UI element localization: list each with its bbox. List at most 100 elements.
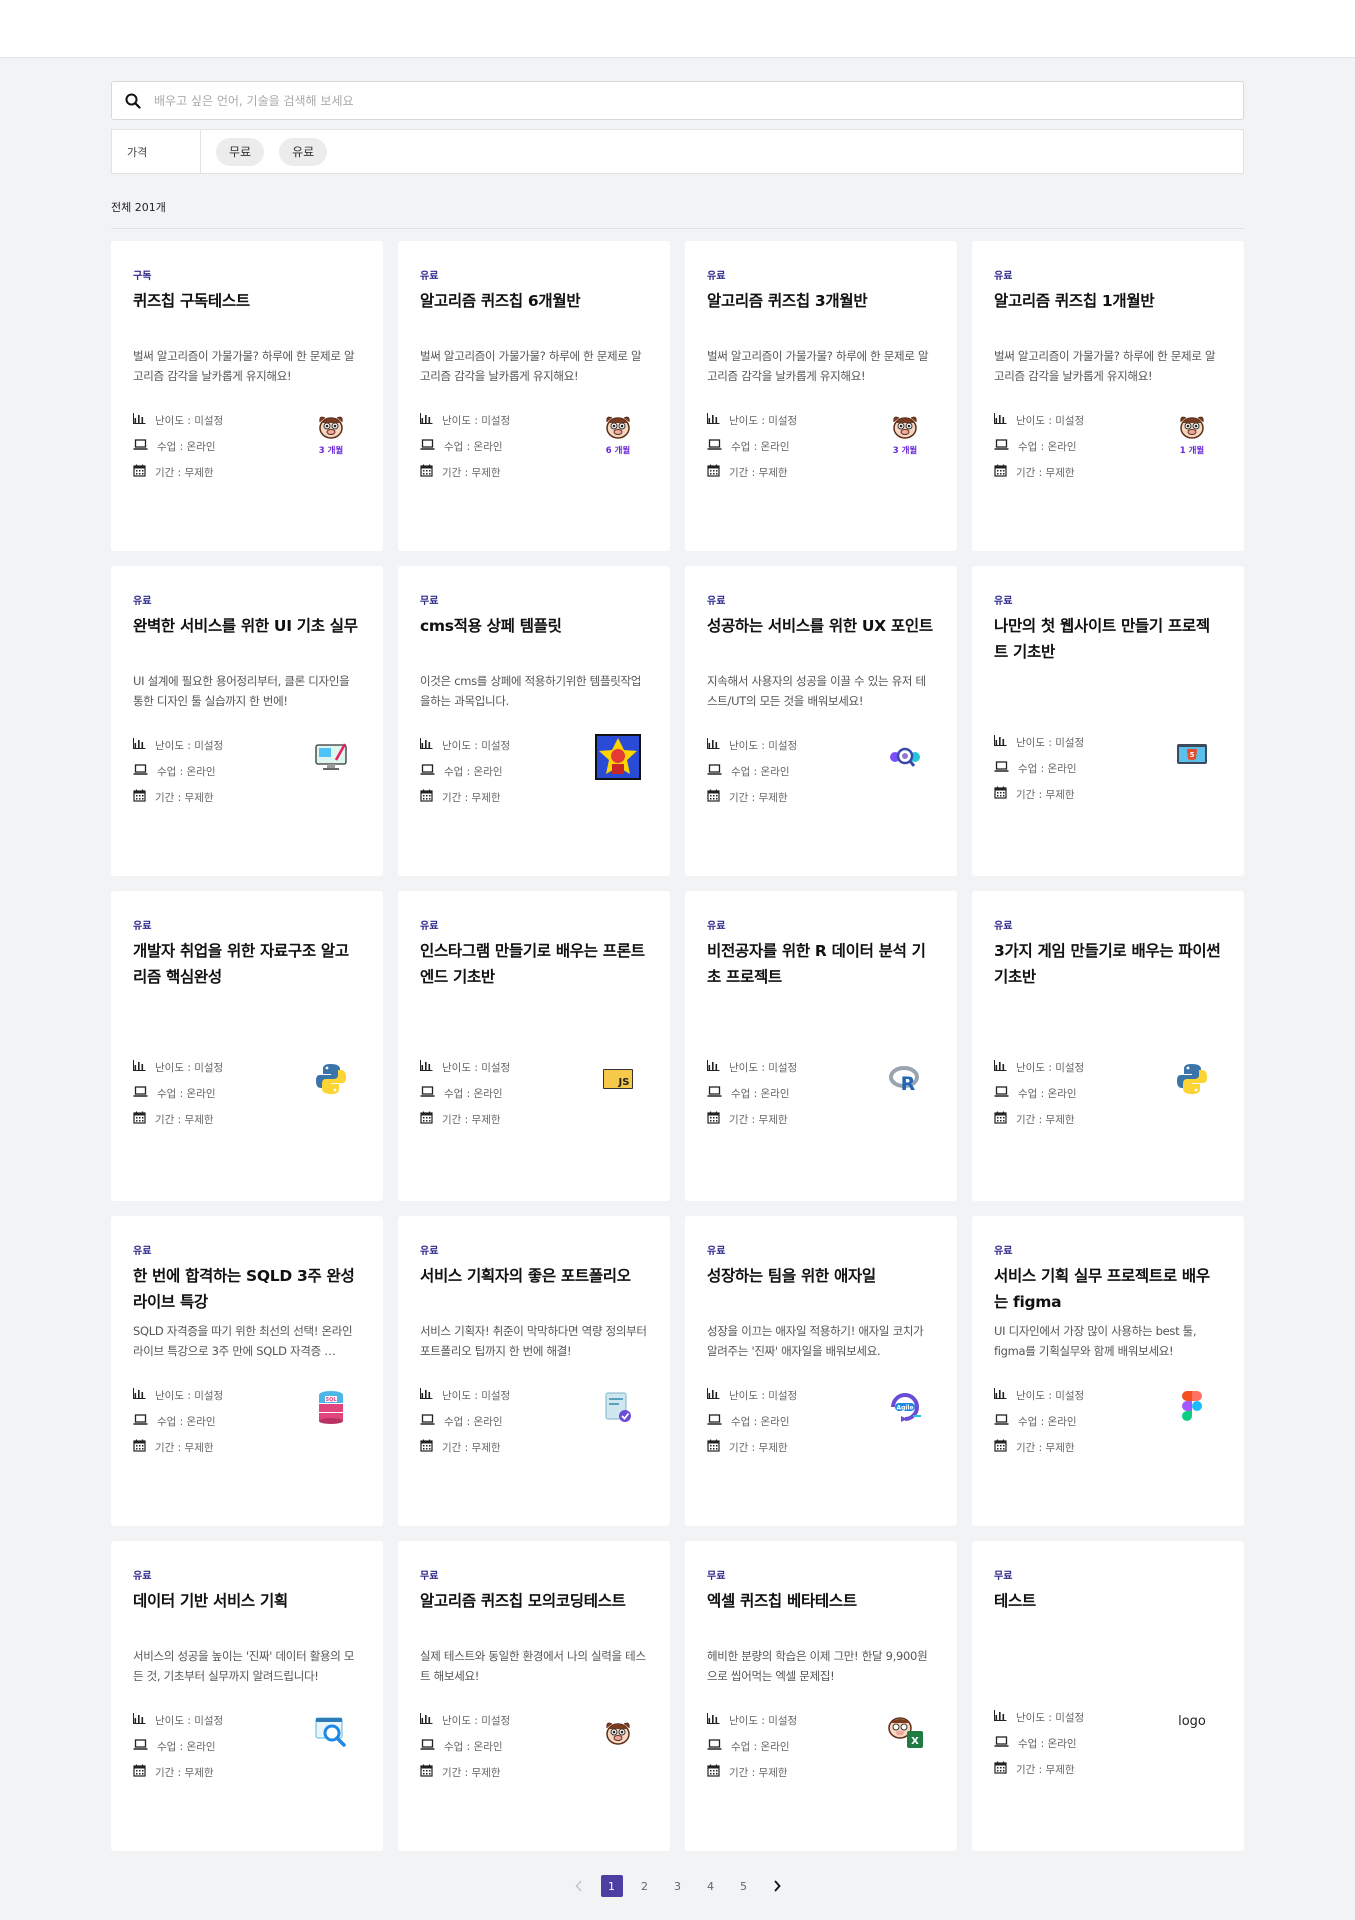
course-card[interactable]: 유료 비전공자를 위한 R 데이터 분석 기초 프로젝트 난이도 : 미설정 수업 :… [685, 891, 957, 1201]
course-card[interactable]: 유료 서비스 기획 실무 프로젝트로 배우는 figma UI 디자인에서 가장 많… [972, 1216, 1244, 1526]
laptop-icon [707, 439, 731, 453]
course-card[interactable]: 유료 알고리즘 퀴즈칩 6개월반 벌써 알고리즘이 가물가물? 하루에 한 문제로 … [398, 241, 670, 551]
divider [111, 228, 1244, 229]
page-1-button[interactable]: 1 [600, 1875, 623, 1897]
laptop-icon [707, 764, 731, 778]
design-monitor-icon [314, 742, 348, 776]
portfolio-document-icon [603, 1390, 633, 1428]
class-type-label: 수업 : 온라인 [731, 1087, 790, 1100]
calendar-icon [707, 464, 729, 480]
page-4-button[interactable]: 4 [700, 1875, 722, 1897]
agile-cycle-icon: Agile [887, 1392, 923, 1426]
course-description: 벌써 알고리즘이 가물가물? 하루에 한 문제로 알고리즘 감각을 날카롭게 유… [994, 349, 1216, 383]
price-badge: 유료 [420, 921, 439, 932]
course-card[interactable]: 유료 성장하는 팀을 위한 애자일 성장을 이끄는 애자일 적용하기! 애자일 코치… [685, 1216, 957, 1526]
course-card[interactable]: 유료 성공하는 서비스를 위한 UX 포인트 지속해서 사용자의 성공을 이끌 수 … [685, 566, 957, 876]
course-thumbnail [588, 1709, 648, 1759]
class-type-label: 수업 : 온라인 [731, 1740, 790, 1753]
course-title: 데이터 기반 서비스 기획 [133, 1592, 288, 1610]
difficulty-icon [133, 1713, 155, 1727]
difficulty-label: 난이도 : 미설정 [729, 1389, 798, 1402]
difficulty-icon [707, 1713, 729, 1727]
laptop-icon [994, 439, 1018, 453]
calendar-icon [133, 1439, 155, 1455]
class-type-label: 수업 : 온라인 [731, 440, 790, 453]
course-description: SQLD 자격증을 따기 위한 최선의 선택! 온라인 라이브 특강으로 3주 … [133, 1324, 353, 1358]
calendar-icon [994, 1761, 1016, 1777]
calendar-icon [994, 464, 1016, 480]
class-type-label: 수업 : 온라인 [157, 1740, 216, 1753]
course-description: UI 설계에 필요한 용어정리부터, 클론 디자인을 통한 디자인 툴 실습까지… [133, 674, 350, 708]
course-thumbnail: 3 개월 [301, 409, 361, 459]
difficulty-label: 난이도 : 미설정 [1016, 1389, 1085, 1402]
quiz-mascot-icon [316, 413, 346, 443]
class-type-label: 수업 : 온라인 [157, 1087, 216, 1100]
course-card[interactable]: 유료 인스타그램 만들기로 배우는 프론트엔드 기초반 난이도 : 미설정 수업 : … [398, 891, 670, 1201]
course-card[interactable]: 유료 한 번에 합격하는 SQLD 3주 완성 라이브 특강 SQLD 자격증을 따… [111, 1216, 383, 1526]
course-thumbnail [588, 734, 648, 784]
course-card[interactable]: 무료 엑셀 퀴즈칩 베타테스트 헤비한 분량의 학습은 이제 그만! 한달 9,90… [685, 1541, 957, 1851]
calendar-icon [994, 1439, 1016, 1455]
page-3-button[interactable]: 3 [667, 1875, 689, 1897]
search-bar[interactable] [111, 81, 1244, 120]
course-description: 서비스 기획자! 취준이 막막하다면 역량 정의부터 포트폴리오 팁까지 한 번… [420, 1324, 647, 1358]
difficulty-icon [133, 413, 155, 427]
course-description: 서비스의 성공을 높이는 '진짜' 데이터 활용의 모든 것, 기초부터 실무까… [133, 1649, 355, 1683]
course-meta: 난이도 : 미설정 수업 : 온라인 기간 : 무제한 [994, 1704, 1084, 1782]
difficulty-label: 난이도 : 미설정 [442, 1389, 511, 1402]
class-type-label: 수업 : 온라인 [1018, 1737, 1077, 1750]
course-card[interactable]: 무료 테스트 난이도 : 미설정 수업 : 온라인 기간 : 무제한 logo [972, 1541, 1244, 1851]
course-card[interactable]: 유료 서비스 기획자의 좋은 포트폴리오 서비스 기획자! 취준이 막막하다면 역량… [398, 1216, 670, 1526]
calendar-icon [420, 1111, 442, 1127]
class-type-label: 수업 : 온라인 [731, 1415, 790, 1428]
course-title: 나만의 첫 웹사이트 만들기 프로젝트 기초반 [994, 617, 1210, 661]
period-label: 기간 : 무제한 [442, 1441, 501, 1454]
course-thumbnail: 1 개월 [1162, 409, 1222, 459]
price-filter: 가격 무료 유료 [111, 129, 1244, 174]
course-thumbnail [588, 1384, 648, 1434]
course-title: 완벽한 서비스를 위한 UI 기초 실무 [133, 617, 358, 635]
svg-text:X: X [911, 1736, 919, 1747]
price-badge: 무료 [707, 1571, 726, 1582]
course-card[interactable]: 유료 개발자 취업을 위한 자료구조 알고리즘 핵심완성 난이도 : 미설정 수업 :… [111, 891, 383, 1201]
difficulty-icon [133, 1060, 155, 1074]
difficulty-icon [994, 1710, 1016, 1724]
course-card[interactable]: 무료 알고리즘 퀴즈칩 모의코딩테스트 실제 테스트와 동일한 환경에서 나의 실력… [398, 1541, 670, 1851]
difficulty-icon [707, 738, 729, 752]
excel-mascot-icon: X [886, 1715, 924, 1753]
difficulty-icon [420, 1713, 442, 1727]
course-card[interactable]: 유료 완벽한 서비스를 위한 UI 기초 실무 UI 설계에 필요한 용어정리부터,… [111, 566, 383, 876]
prev-page-button[interactable] [568, 1875, 590, 1897]
course-card[interactable]: 유료 데이터 기반 서비스 기획 서비스의 성공을 높이는 '진짜' 데이터 활용의… [111, 1541, 383, 1851]
search-input[interactable] [154, 82, 1243, 119]
course-card[interactable]: 구독 퀴즈칩 구독테스트 벌써 알고리즘이 가물가물? 하루에 한 문제로 알고리즘… [111, 241, 383, 551]
page-5-button[interactable]: 5 [733, 1875, 755, 1897]
next-page-button[interactable] [766, 1875, 788, 1897]
course-card[interactable]: 유료 나만의 첫 웹사이트 만들기 프로젝트 기초반 난이도 : 미설정 수업 : 온… [972, 566, 1244, 876]
course-title: 개발자 취업을 위한 자료구조 알고리즘 핵심완성 [133, 942, 349, 986]
course-meta: 난이도 : 미설정 수업 : 온라인 기간 : 무제한 [420, 407, 510, 485]
period-label: 기간 : 무제한 [155, 791, 214, 804]
difficulty-label: 난이도 : 미설정 [729, 1061, 798, 1074]
laptop-icon [133, 764, 157, 778]
course-meta: 난이도 : 미설정 수업 : 온라인 기간 : 무제한 [133, 1382, 223, 1460]
filter-chip-paid[interactable]: 유료 [279, 137, 328, 166]
course-title: 한 번에 합격하는 SQLD 3주 완성 라이브 특강 [133, 1267, 355, 1311]
filter-chip-free[interactable]: 무료 [216, 137, 265, 166]
laptop-icon [420, 1086, 444, 1100]
page-2-button[interactable]: 2 [634, 1875, 656, 1897]
price-badge: 무료 [420, 596, 439, 607]
course-card[interactable]: 무료 cms적용 상페 템플릿 이것은 cms를 상페에 적용하기위한 템플릿작업을… [398, 566, 670, 876]
difficulty-icon [420, 1388, 442, 1402]
laptop-icon [994, 1086, 1018, 1100]
difficulty-icon [133, 738, 155, 752]
class-type-label: 수업 : 온라인 [444, 1087, 503, 1100]
course-card[interactable]: 유료 3가지 게임 만들기로 배우는 파이썬 기초반 난이도 : 미설정 수업 : 온… [972, 891, 1244, 1201]
course-card[interactable]: 유료 알고리즘 퀴즈칩 1개월반 벌써 알고리즘이 가물가물? 하루에 한 문제로 … [972, 241, 1244, 551]
difficulty-icon [420, 413, 442, 427]
quiz-mascot-icon [603, 413, 633, 443]
course-card[interactable]: 유료 알고리즘 퀴즈칩 3개월반 벌써 알고리즘이 가물가물? 하루에 한 문제로 … [685, 241, 957, 551]
search-icon[interactable] [112, 82, 154, 119]
price-badge: 유료 [994, 596, 1013, 607]
course-thumbnail: logo [1162, 1696, 1222, 1746]
